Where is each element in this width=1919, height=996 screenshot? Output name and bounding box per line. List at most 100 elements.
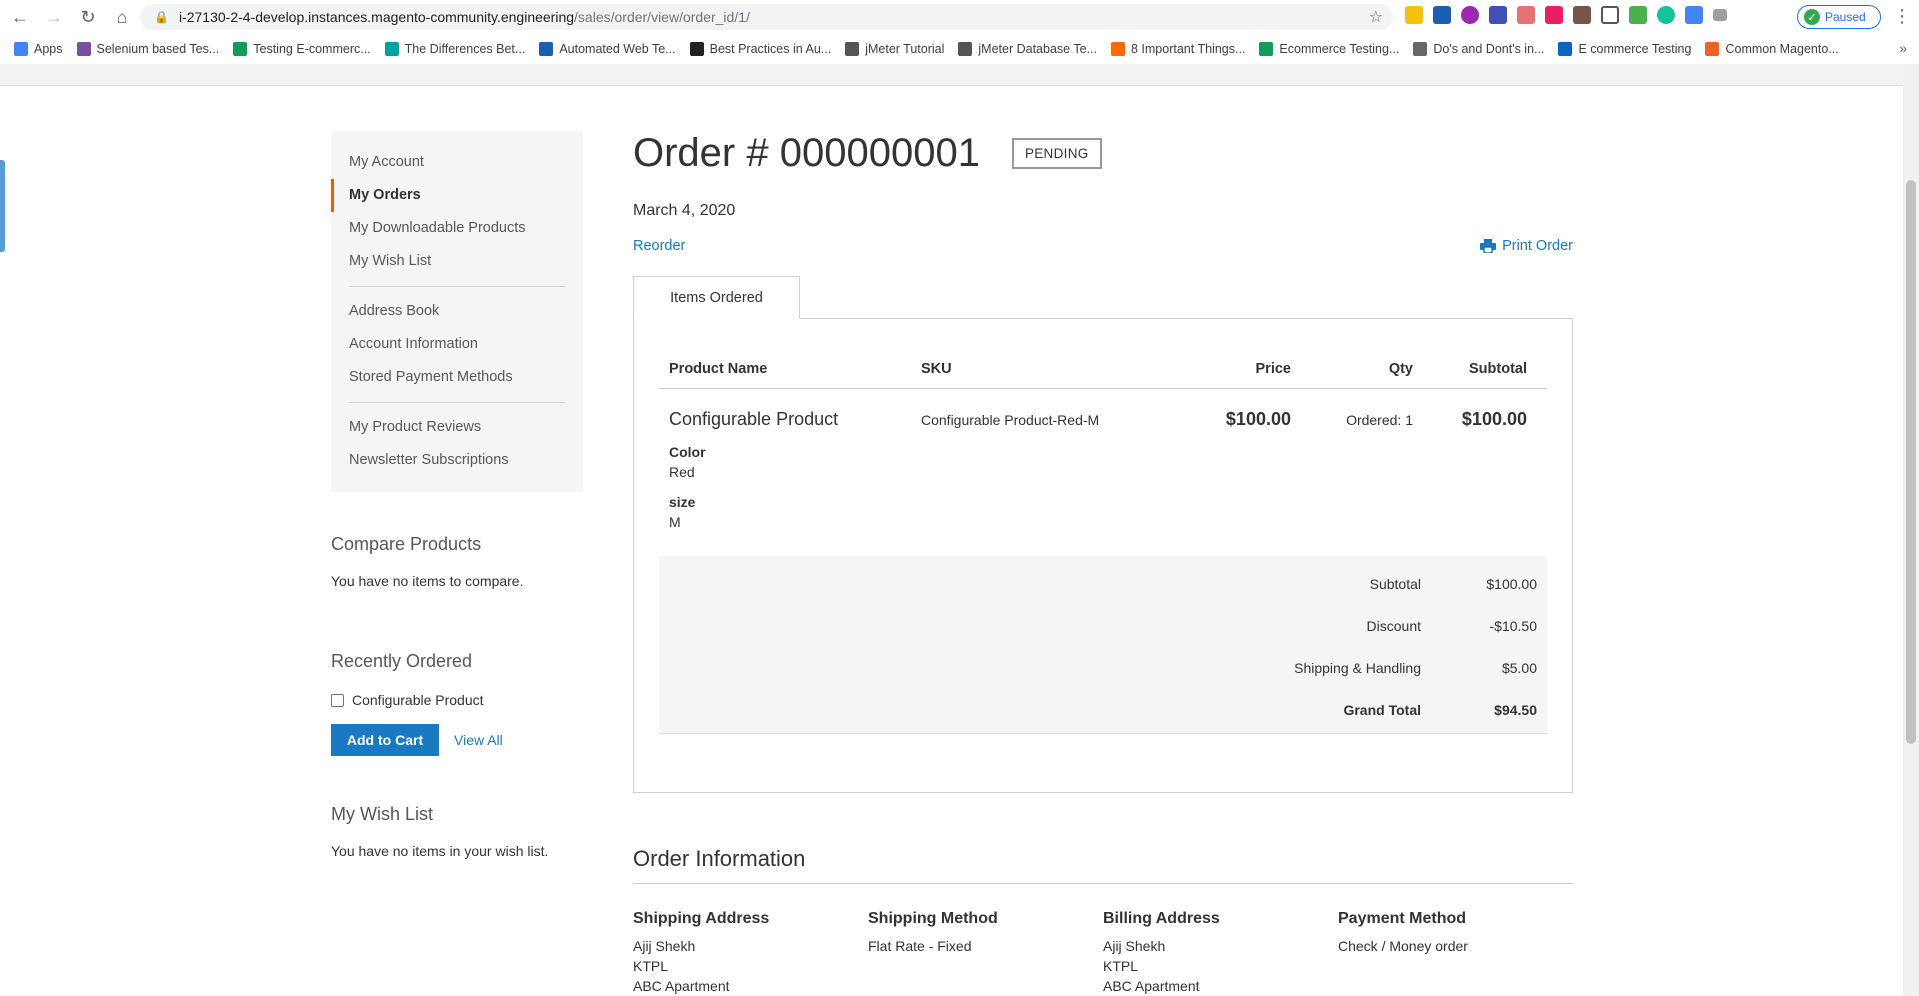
extension-icon[interactable]: [1545, 6, 1563, 24]
wishlist-empty-text: You have no items in your wish list.: [331, 843, 549, 859]
bookmark-item[interactable]: jMeter Tutorial: [845, 42, 944, 56]
shipping-address-title: Shipping Address: [633, 910, 770, 927]
recent-actions: Add to Cart View All: [331, 724, 583, 756]
nav-my-account[interactable]: My Account: [331, 146, 583, 179]
bookmark-favicon-icon: [958, 42, 973, 56]
col-sku: SKU: [921, 360, 952, 377]
bookmark-item[interactable]: Best Practices in Au...: [689, 42, 831, 56]
browser-toolbar: ← → ↻ ⌂ 🔒 i-27130-2-4-develop.instances.…: [0, 0, 1919, 34]
shipping-method-value: Flat Rate - Fixed: [868, 938, 972, 954]
nav-divider: [349, 402, 565, 403]
extension-icon[interactable]: [1461, 6, 1479, 24]
order-actions: Reorder Print Order: [633, 238, 1573, 262]
total-value: $100.00: [1486, 576, 1537, 592]
extension-icon[interactable]: [1629, 6, 1647, 24]
nav-account-information[interactable]: Account Information: [331, 328, 583, 361]
add-to-cart-button[interactable]: Add to Cart: [331, 724, 439, 756]
items-ordered-panel: Product Name SKU Price Qty Subtotal Conf…: [633, 318, 1573, 793]
browser-menu-icon[interactable]: ⋮: [1893, 6, 1911, 27]
print-order-link[interactable]: Print Order: [1480, 238, 1573, 254]
extension-icon[interactable]: [1405, 6, 1423, 24]
bookmark-favicon-icon: [384, 42, 399, 56]
page-title: Order # 000000001: [633, 131, 980, 175]
bookmark-item[interactable]: Selenium based Tes...: [76, 42, 219, 56]
bookmark-item[interactable]: Automated Web Te...: [539, 42, 676, 56]
back-icon[interactable]: ←: [6, 3, 34, 31]
nav-my-orders[interactable]: My Orders: [331, 179, 583, 212]
bookmark-label: The Differences Bet...: [404, 42, 526, 56]
bookmark-item[interactable]: E commerce Testing: [1558, 42, 1691, 56]
bookmark-star-icon[interactable]: ☆: [1369, 7, 1383, 27]
recent-item: Configurable Product: [331, 692, 583, 708]
nav-stored-payment-methods[interactable]: Stored Payment Methods: [331, 361, 583, 394]
bookmark-item[interactable]: 8 Important Things...: [1111, 42, 1245, 56]
bookmarks-bar: Apps Selenium based Tes... Testing E-comme…: [0, 34, 1919, 64]
bookmark-favicon-icon: [233, 42, 248, 56]
reload-icon[interactable]: ↻: [74, 3, 102, 31]
bookmark-item[interactable]: Common Magento...: [1705, 42, 1839, 56]
extension-icon[interactable]: [1517, 6, 1535, 24]
nav-address-book[interactable]: Address Book: [331, 295, 583, 328]
totals-subtotal: Subtotal $100.00: [659, 576, 1547, 596]
account-sidebar: My Account My Orders My Downloadable Pro…: [331, 131, 583, 859]
bookmark-item[interactable]: Testing E-commerc...: [233, 42, 371, 56]
total-label: Shipping & Handling: [1294, 660, 1421, 676]
apps-grid-icon: [14, 42, 28, 56]
col-subtotal: Subtotal: [1469, 360, 1527, 377]
page-header-strip: [0, 64, 1903, 86]
bookmark-favicon-icon: [1111, 42, 1125, 56]
tab-items-ordered[interactable]: Items Ordered: [633, 276, 800, 319]
order-view: Order # 000000001 PENDING March 4, 2020 …: [633, 131, 1573, 793]
extension-icon[interactable]: [1657, 6, 1675, 24]
nav-newsletter-subscriptions[interactable]: Newsletter Subscriptions: [331, 444, 583, 477]
bookmarks-overflow-icon[interactable]: »: [1899, 40, 1907, 56]
bookmark-item[interactable]: The Differences Bet...: [384, 42, 526, 56]
bookmark-item[interactable]: Apps: [14, 42, 63, 56]
home-icon[interactable]: ⌂: [108, 3, 136, 31]
col-price: Price: [1255, 360, 1291, 377]
address-line: Ajij Shekh: [633, 938, 696, 954]
address-bar[interactable]: 🔒 i-27130-2-4-develop.instances.magento-…: [140, 4, 1393, 30]
reorder-link[interactable]: Reorder: [633, 238, 685, 254]
extension-icon[interactable]: [1713, 9, 1727, 21]
bookmark-label: jMeter Database Te...: [978, 42, 1097, 56]
view-all-link[interactable]: View All: [454, 732, 503, 748]
paused-label: Paused: [1825, 10, 1866, 24]
extension-icon[interactable]: [1489, 6, 1507, 24]
option-label: Color: [669, 444, 706, 460]
forward-icon[interactable]: →: [40, 3, 68, 31]
profile-paused-button[interactable]: ✓ Paused: [1797, 5, 1881, 29]
compare-products-title: Compare Products: [331, 534, 482, 554]
product-name: Configurable Product: [669, 409, 839, 429]
order-information: Shipping Address Ajij Shekh KTPL ABC Apa…: [633, 910, 1573, 995]
address-line: Ajij Shekh: [1103, 938, 1166, 954]
bookmark-item[interactable]: Do's and Dont's in...: [1413, 42, 1544, 56]
bookmark-label: E commerce Testing: [1578, 42, 1692, 56]
side-feedback-tab[interactable]: [0, 160, 5, 252]
check-icon: ✓: [1804, 9, 1820, 25]
nav-my-product-reviews[interactable]: My Product Reviews: [331, 411, 583, 444]
order-totals: Subtotal $100.00 Discount -$10.50 Shippi…: [659, 556, 1547, 734]
product-subtotal: $100.00: [1461, 409, 1527, 429]
bookmark-item[interactable]: Ecommerce Testing...: [1259, 42, 1399, 56]
scrollbar-thumb[interactable]: [1906, 180, 1916, 744]
bookmark-favicon-icon: [539, 42, 554, 56]
nav-my-downloadable-products[interactable]: My Downloadable Products: [331, 212, 583, 245]
shipping-method-block: Shipping Method Flat Rate - Fixed: [868, 910, 1103, 995]
option-label: size: [669, 494, 696, 510]
product-qty: Ordered: 1: [1346, 412, 1413, 428]
totals-shipping: Shipping & Handling $5.00: [659, 660, 1547, 680]
status-badge: PENDING: [1011, 138, 1102, 169]
bookmark-item[interactable]: jMeter Database Te...: [958, 42, 1097, 56]
extension-icon[interactable]: [1573, 6, 1591, 24]
total-value: -$10.50: [1489, 618, 1537, 634]
scrollbar[interactable]: [1903, 64, 1919, 996]
address-line: KTPL: [1103, 958, 1139, 974]
extension-icon[interactable]: [1433, 6, 1451, 24]
bookmark-favicon-icon: [845, 42, 860, 56]
extension-icon[interactable]: [1685, 6, 1703, 24]
bookmark-favicon-icon: [1413, 42, 1428, 56]
recent-item-checkbox[interactable]: [331, 693, 344, 707]
nav-my-wish-list[interactable]: My Wish List: [331, 245, 583, 278]
extension-icon[interactable]: [1601, 6, 1619, 24]
